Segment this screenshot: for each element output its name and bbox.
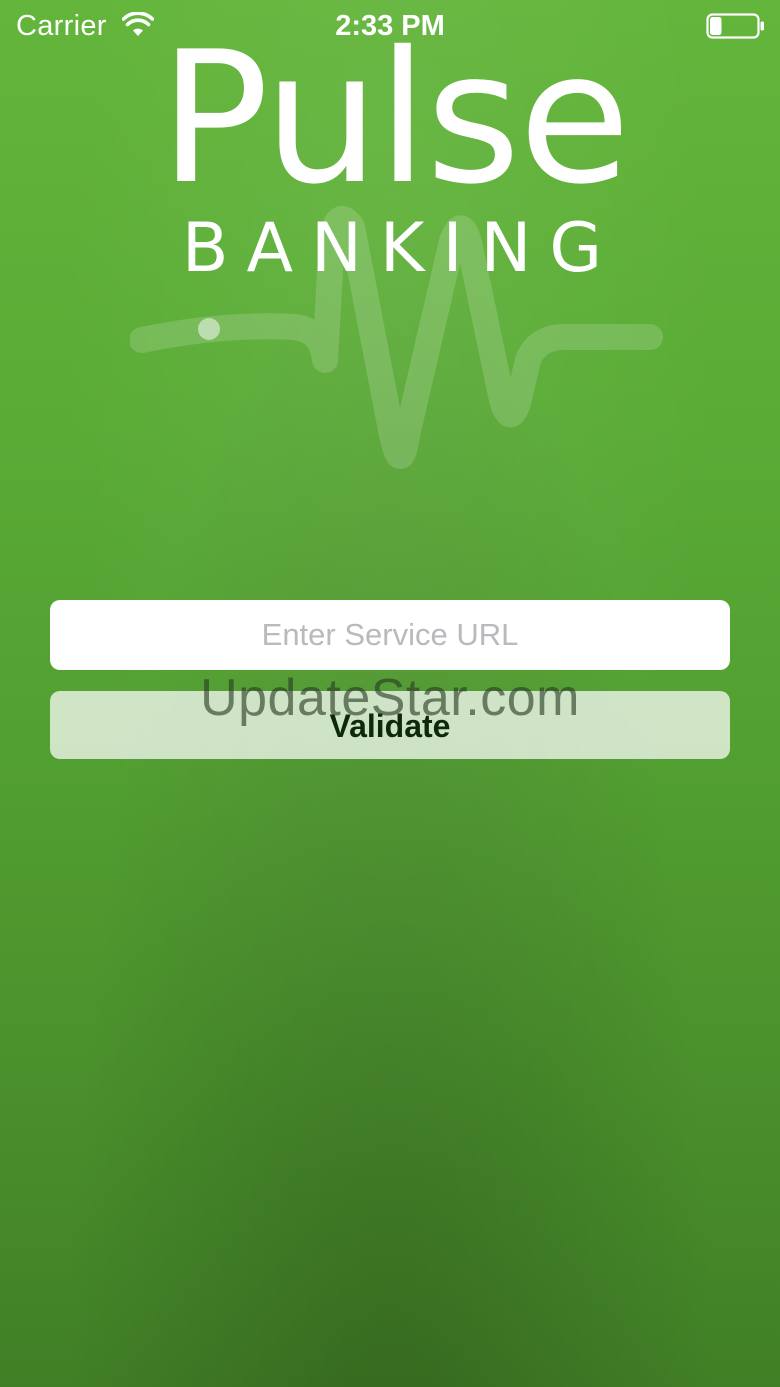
logo-title: Pulse (159, 12, 630, 224)
service-url-input[interactable] (50, 600, 730, 670)
validate-button[interactable]: Validate (50, 691, 730, 759)
logo-subtitle: BANKING (181, 209, 621, 288)
